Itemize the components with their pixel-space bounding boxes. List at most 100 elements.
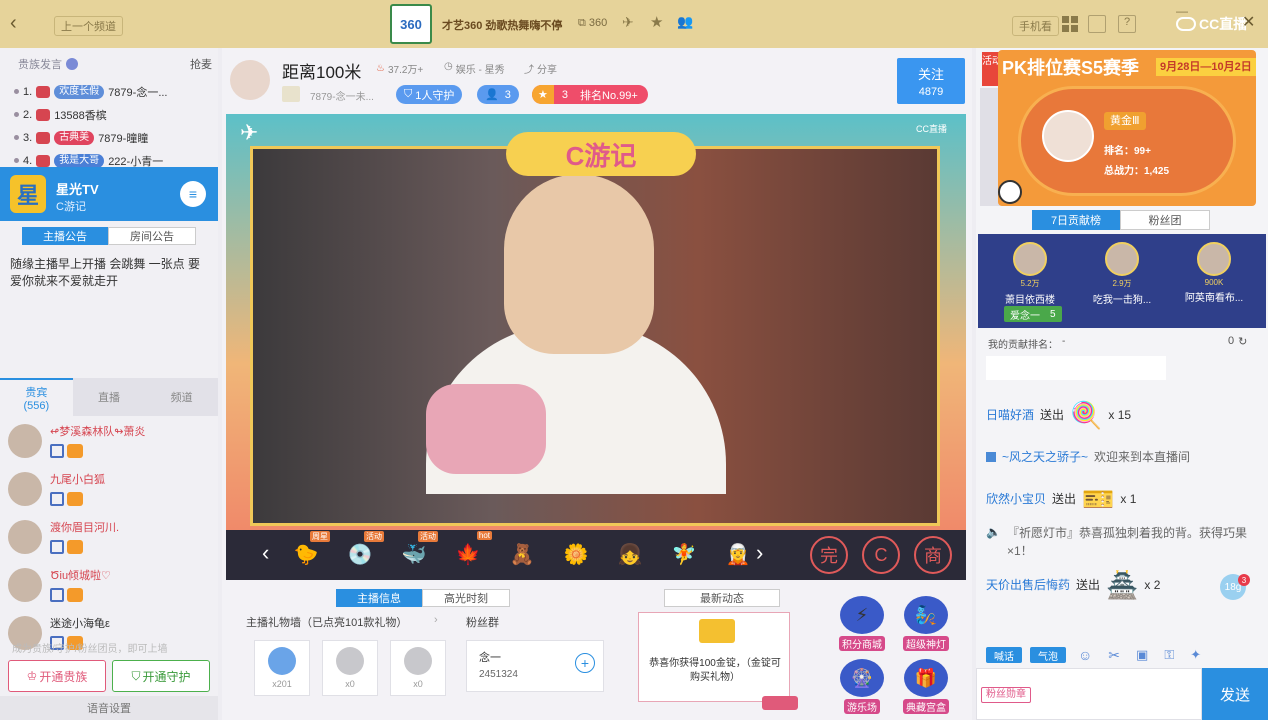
grab-mic-button[interactable]: 抢麦 — [190, 56, 212, 72]
fan-medal-badge[interactable]: 粉丝勋章 — [981, 687, 1031, 703]
send-button[interactable]: 发送 — [1202, 668, 1268, 720]
gift-extra-icon[interactable]: 商 — [914, 536, 952, 574]
user-row[interactable]: 九尾小白狐 — [0, 468, 218, 516]
tab-fan-club[interactable]: 粉丝团 — [1120, 210, 1210, 230]
emoji-icon[interactable]: ☺ — [1078, 647, 1092, 663]
tab-anchor-notice[interactable]: 主播公告 — [22, 227, 108, 245]
channel-card[interactable]: 星 星光TV C游记 ≡ — [0, 167, 218, 221]
gift-wall-item[interactable]: x0 — [390, 640, 446, 696]
grid-icon[interactable] — [1062, 16, 1078, 32]
app-item[interactable]: 🎁 典藏宫盒 — [898, 659, 954, 714]
star-rank-badge[interactable]: ★ 3 排名No.99+ — [532, 85, 648, 104]
fan-group-card[interactable]: 念一 2451324 + — [466, 640, 604, 692]
streamer-avatar[interactable] — [230, 60, 270, 100]
group-icon[interactable]: 👥 — [677, 14, 693, 30]
chat-text: 『祈愿灯市』恭喜孤独刺着我的背。获得巧果×1！ — [1006, 526, 1247, 558]
top-contributor[interactable]: 5.2万 萧目依西楼 — [988, 234, 1072, 306]
join-group-icon[interactable]: + — [575, 653, 595, 673]
heat-text: 37.2万+ — [387, 65, 424, 76]
gift-icon[interactable]: ✦ — [1190, 647, 1201, 663]
app-item[interactable]: ⚡ 积分商城 — [834, 596, 890, 651]
lock-icon[interactable]: ⚿ — [1164, 647, 1174, 663]
open-noble-label: 开通贵族 — [39, 669, 88, 684]
back-arrow-icon[interactable]: ‹ — [10, 12, 17, 35]
tab-highlights[interactable]: 高光时刻 — [422, 589, 510, 607]
gift-wall-arrow-icon[interactable]: › — [434, 614, 438, 626]
rank-item[interactable]: 2. 13588香槟 — [0, 103, 218, 126]
plane-icon[interactable]: ✈ — [622, 14, 634, 31]
rank-toggle-icon[interactable] — [66, 58, 78, 70]
video-player[interactable]: C游记 CC直播 ✈ — [226, 114, 966, 530]
gift-item[interactable]: 🐤 周星 — [286, 531, 330, 574]
tab-live[interactable]: 直播 — [73, 378, 146, 416]
gift-item[interactable]: 🧸 — [502, 534, 542, 574]
pk-banner[interactable]: PK排位赛S5赛季 9月28日—10月2日 黄金Ⅲ 排名：99+ 总战力：1,4… — [998, 50, 1256, 206]
user-row[interactable]: Ծiu倾城啦♡ — [0, 564, 218, 612]
chat-gift-icon: 🎫 — [1082, 484, 1115, 514]
rank-item[interactable]: 1. 欢度长假 7879-念一... — [0, 80, 218, 103]
rank-item[interactable]: 3. 古典美 7879-曈瞳 — [0, 126, 218, 149]
tab-7day-rank[interactable]: 7日贡献榜 — [1032, 210, 1120, 230]
news-card[interactable]: 恭喜你获得100金锭，（金锭可购买礼物） — [638, 612, 790, 702]
chat-user[interactable]: 欣然小宝贝 — [986, 491, 1046, 507]
bubble-button[interactable]: 气泡 — [1030, 647, 1066, 663]
shout-button[interactable]: 喊话 — [986, 647, 1022, 663]
chat-user[interactable]: 天价出售后悔药 — [986, 577, 1070, 593]
fan-group-id: 2451324 — [479, 669, 518, 680]
share-icon: ⤴ — [524, 65, 534, 76]
chat-input[interactable]: 粉丝勋章 — [976, 668, 1202, 720]
mobile-watch-button[interactable]: 手机看 — [1012, 16, 1059, 36]
tab-room-notice[interactable]: 房间公告 — [108, 227, 196, 245]
scissors-icon[interactable]: ✂ — [1108, 647, 1120, 664]
user-row[interactable]: ↫梦溪森林队↬萧炎 — [0, 420, 218, 468]
image-icon[interactable]: ▣ — [1136, 647, 1148, 663]
guard-badge[interactable]: ⛉ 1人守护 — [396, 85, 463, 104]
app-item[interactable]: 🎡 游乐场 — [834, 659, 890, 714]
top-contributor[interactable]: 2.9万 吃我一击狗... — [1080, 234, 1164, 306]
open-noble-button[interactable]: ♔ 开通贵族 — [8, 660, 106, 692]
share-button[interactable]: ⤴ 分享 — [524, 61, 557, 76]
box-icon[interactable] — [1088, 15, 1106, 33]
gift-item[interactable]: 👧 — [610, 534, 650, 574]
fans-badge[interactable]: 👤 3 — [477, 85, 519, 104]
gift-extra-icon[interactable]: 完 — [810, 536, 848, 574]
open-guard-button[interactable]: ⛉ 开通守护 — [112, 660, 210, 692]
voice-settings-button[interactable]: 语音设置 — [0, 696, 218, 720]
tab-vip[interactable]: 贵宾 (556) — [0, 378, 73, 416]
gift-wall-item[interactable]: x201 — [254, 640, 310, 696]
gift-item[interactable]: 🧝 — [718, 534, 758, 574]
tab-channel[interactable]: 频道 — [145, 378, 218, 416]
clock-icon: ◷ — [444, 61, 453, 72]
my-rank-refresh[interactable]: 0 ↻ — [1228, 335, 1247, 348]
help-icon[interactable]: ? — [1118, 15, 1136, 33]
minimize-icon[interactable]: — — [1176, 4, 1188, 18]
user-row[interactable]: 渡你眉目河川. — [0, 516, 218, 564]
close-icon[interactable]: ✕ — [1242, 12, 1255, 32]
gift-item[interactable]: 🌼 — [556, 534, 596, 574]
gift-item[interactable]: 💿 活动 — [340, 531, 384, 574]
tab-anchor-info[interactable]: 主播信息 — [336, 589, 422, 607]
app-item[interactable]: 🧞 超级神灯 — [898, 596, 954, 651]
gift-next-icon[interactable]: › — [756, 540, 763, 566]
gift-wall-item[interactable]: x0 — [322, 640, 378, 696]
gift-item[interactable]: 🐳 活动 — [394, 531, 438, 574]
gift-wall-title[interactable]: 主播礼物墙（已点亮101款礼物） — [246, 614, 407, 630]
prev-channel-button[interactable]: 上一个频道 — [54, 16, 123, 36]
top-contributor[interactable]: 900K 阿英南看布... — [1172, 234, 1256, 306]
chat-user[interactable]: 日喵好酒 — [986, 407, 1034, 423]
menu-icon[interactable]: ≡ — [180, 181, 206, 207]
gift-item[interactable]: 🍁 hot — [448, 531, 492, 574]
user-info: Ծiu倾城啦♡ — [50, 564, 111, 602]
gift-prev-icon[interactable]: ‹ — [262, 540, 269, 566]
star-icon[interactable]: ★ — [650, 13, 663, 31]
tab-latest-news[interactable]: 最新动态 — [664, 589, 780, 607]
chat-user[interactable]: ~风之天之骄子~ — [1002, 449, 1088, 465]
contributor-avatar — [1105, 242, 1139, 276]
rank-user-name: 7879-曈瞳 — [98, 132, 149, 145]
gift-extra-icon[interactable]: C — [862, 536, 900, 574]
guild-name[interactable]: 7879-念一未... — [310, 88, 374, 103]
user-avatar — [8, 424, 42, 458]
category-link[interactable]: ◷ 娱乐 - 星秀 — [444, 61, 505, 76]
gift-item[interactable]: 🧚 — [664, 534, 704, 574]
follow-button[interactable]: 关注 4879 — [897, 58, 965, 104]
